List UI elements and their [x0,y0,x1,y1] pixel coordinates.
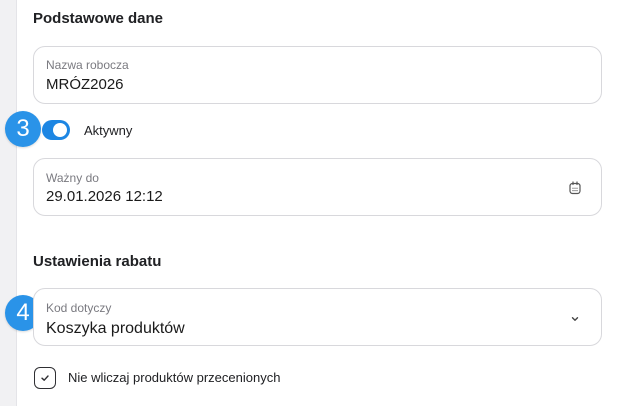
exclude-discounted-checkbox[interactable] [34,367,56,389]
active-toggle[interactable] [42,120,70,140]
toggle-knob [53,123,67,137]
section-title-discount-settings: Ustawienia rabatu [33,253,162,270]
name-field[interactable]: Nazwa robocza MRÓZ2026 [33,46,602,104]
applies-to-select[interactable]: Kod dotyczy Koszyka produktów [33,288,602,346]
exclude-discounted-label: Nie wliczaj produktów przecenionych [68,370,281,385]
calendar-icon[interactable] [566,179,584,197]
applies-to-select-value[interactable]: Koszyka produktów [46,320,185,338]
valid-until-field-label: Ważny do [46,171,99,185]
name-field-label: Nazwa robocza [46,58,129,72]
chevron-down-icon[interactable] [566,310,584,328]
checkmark-icon [41,375,49,381]
valid-until-field[interactable]: Ważny do 29.01.2026 12:12 [33,158,602,216]
name-field-value[interactable]: MRÓZ2026 [46,76,124,93]
applies-to-select-label: Kod dotyczy [46,301,112,315]
active-toggle-label: Aktywny [84,123,133,138]
step-badge-3: 3 [5,111,41,147]
valid-until-field-value[interactable]: 29.01.2026 12:12 [46,188,163,205]
section-title-basic-data: Podstawowe dane [33,10,164,27]
background-panel [0,0,17,406]
